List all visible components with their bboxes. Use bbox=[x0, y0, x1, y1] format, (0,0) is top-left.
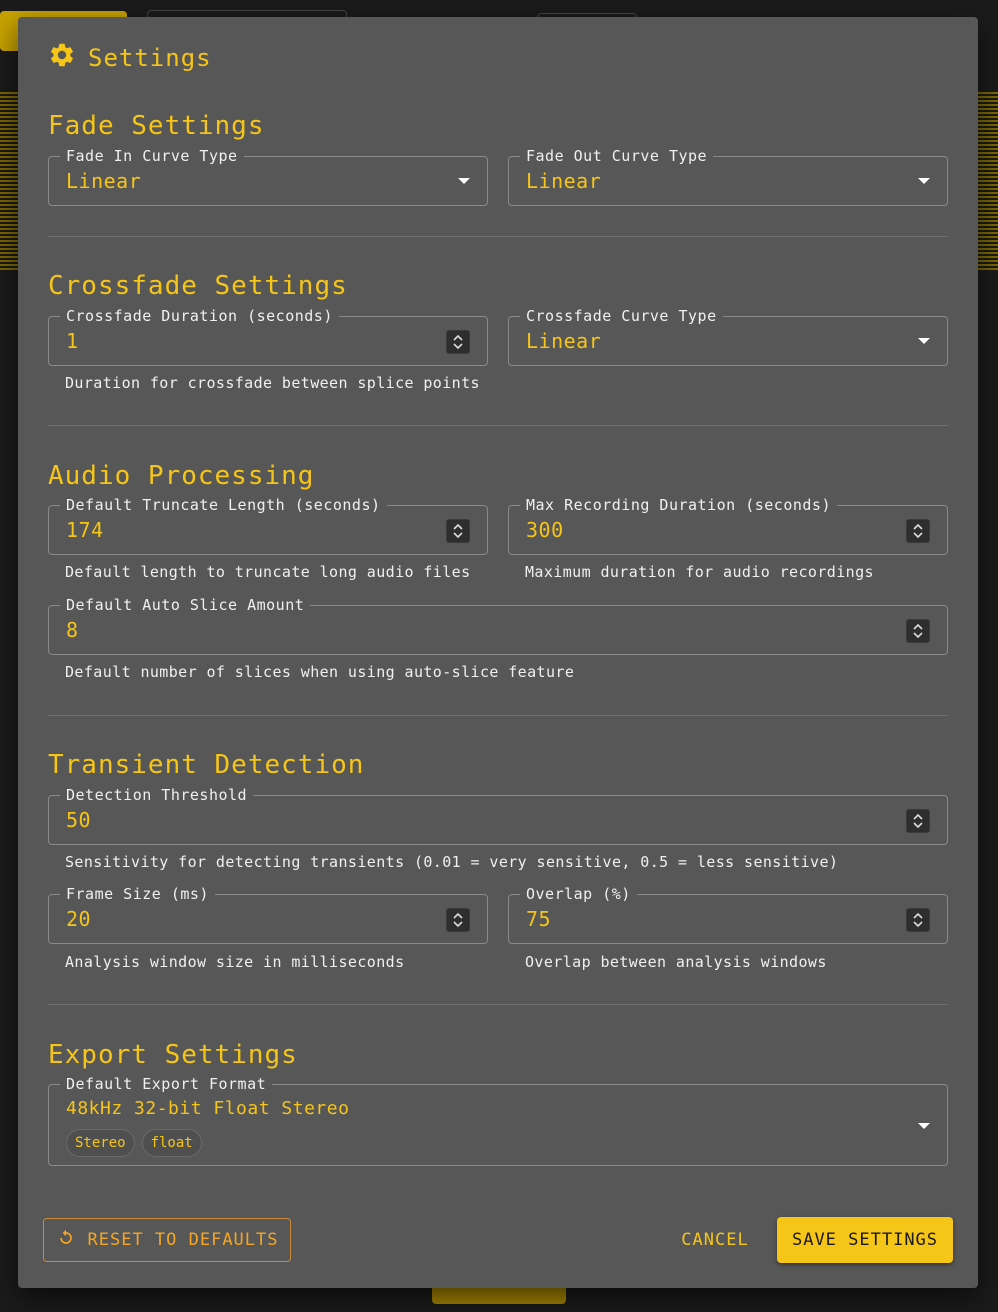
frame-size-input[interactable]: Frame Size (ms) 20 bbox=[48, 885, 488, 944]
field-value: 50 bbox=[66, 808, 92, 832]
field-value: 1 bbox=[66, 329, 79, 353]
field-label: Detection Threshold bbox=[60, 786, 254, 804]
cancel-button[interactable]: CANCEL bbox=[672, 1218, 758, 1262]
stepper-icon[interactable] bbox=[906, 619, 930, 643]
section-heading-transient: Transient Detection bbox=[48, 750, 365, 780]
field-label: Overlap (%) bbox=[520, 885, 637, 903]
fade-in-curve-select[interactable]: Fade In Curve Type Linear bbox=[48, 147, 488, 206]
background-waveform bbox=[978, 90, 998, 270]
field-label: Crossfade Duration (seconds) bbox=[60, 307, 339, 325]
field-label: Fade In Curve Type bbox=[60, 147, 244, 165]
format-chip: float bbox=[141, 1129, 202, 1157]
stepper-icon[interactable] bbox=[446, 908, 470, 932]
field-label: Fade Out Curve Type bbox=[520, 147, 714, 165]
helper-text: Default number of slices when using auto… bbox=[65, 663, 575, 681]
field-label: Crossfade Curve Type bbox=[520, 307, 723, 325]
divider bbox=[48, 715, 948, 716]
settings-dialog: Settings Fade Settings Fade In Curve Typ… bbox=[18, 17, 978, 1288]
auto-slice-input[interactable]: Default Auto Slice Amount 8 bbox=[48, 596, 948, 655]
stepper-icon[interactable] bbox=[446, 519, 470, 543]
format-chips: Stereo float bbox=[66, 1129, 209, 1157]
field-label: Default Auto Slice Amount bbox=[60, 596, 311, 614]
field-label: Max Recording Duration (seconds) bbox=[520, 496, 837, 514]
dialog-title-text: Settings bbox=[88, 44, 212, 72]
dialog-title: Settings bbox=[48, 43, 212, 73]
stepper-icon[interactable] bbox=[446, 330, 470, 354]
field-value: Linear bbox=[526, 329, 602, 353]
crossfade-curve-select[interactable]: Crossfade Curve Type Linear bbox=[508, 307, 948, 366]
helper-text: Overlap between analysis windows bbox=[525, 953, 827, 971]
background-waveform bbox=[0, 90, 18, 270]
field-label: Default Export Format bbox=[60, 1075, 273, 1093]
refresh-icon bbox=[56, 1228, 76, 1253]
field-value: 174 bbox=[66, 518, 104, 542]
stepper-icon[interactable] bbox=[906, 519, 930, 543]
field-value: 300 bbox=[526, 518, 564, 542]
stepper-icon[interactable] bbox=[906, 908, 930, 932]
detection-threshold-input[interactable]: Detection Threshold 50 bbox=[48, 786, 948, 845]
chevron-down-icon bbox=[918, 178, 930, 184]
reset-label: RESET TO DEFAULTS bbox=[87, 1230, 279, 1250]
field-value: 75 bbox=[526, 907, 552, 931]
divider bbox=[48, 236, 948, 237]
field-value: Linear bbox=[66, 169, 142, 193]
crossfade-duration-input[interactable]: Crossfade Duration (seconds) 1 bbox=[48, 307, 488, 366]
save-settings-button[interactable]: SAVE SETTINGS bbox=[777, 1217, 953, 1263]
truncate-length-input[interactable]: Default Truncate Length (seconds) 174 bbox=[48, 496, 488, 555]
helper-text: Duration for crossfade between splice po… bbox=[65, 374, 480, 392]
export-format-select[interactable]: Default Export Format 48kHz 32-bit Float… bbox=[48, 1075, 948, 1166]
field-label: Frame Size (ms) bbox=[60, 885, 215, 903]
divider bbox=[48, 1004, 948, 1005]
helper-text: Default length to truncate long audio fi… bbox=[65, 563, 471, 581]
helper-text: Analysis window size in milliseconds bbox=[65, 953, 405, 971]
section-heading-audio: Audio Processing bbox=[48, 461, 315, 491]
field-label: Default Truncate Length (seconds) bbox=[60, 496, 387, 514]
field-value: 20 bbox=[66, 907, 92, 931]
section-heading-export: Export Settings bbox=[48, 1040, 298, 1070]
section-heading-crossfade: Crossfade Settings bbox=[48, 271, 348, 301]
section-heading-fade: Fade Settings bbox=[48, 111, 265, 141]
reset-defaults-button[interactable]: RESET TO DEFAULTS bbox=[43, 1218, 291, 1262]
helper-text: Maximum duration for audio recordings bbox=[525, 563, 874, 581]
chevron-down-icon bbox=[918, 338, 930, 344]
divider bbox=[48, 425, 948, 426]
field-value: 48kHz 32-bit Float Stereo bbox=[66, 1098, 350, 1119]
gear-icon bbox=[48, 41, 76, 75]
fade-out-curve-select[interactable]: Fade Out Curve Type Linear bbox=[508, 147, 948, 206]
chevron-down-icon bbox=[458, 178, 470, 184]
stepper-icon[interactable] bbox=[906, 809, 930, 833]
max-recording-input[interactable]: Max Recording Duration (seconds) 300 bbox=[508, 496, 948, 555]
field-value: 8 bbox=[66, 618, 79, 642]
helper-text: Sensitivity for detecting transients (0.… bbox=[65, 853, 839, 871]
field-value: Linear bbox=[526, 169, 602, 193]
format-chip: Stereo bbox=[66, 1129, 135, 1157]
chevron-down-icon bbox=[918, 1123, 930, 1129]
background-app-button bbox=[432, 1288, 566, 1304]
overlap-input[interactable]: Overlap (%) 75 bbox=[508, 885, 948, 944]
